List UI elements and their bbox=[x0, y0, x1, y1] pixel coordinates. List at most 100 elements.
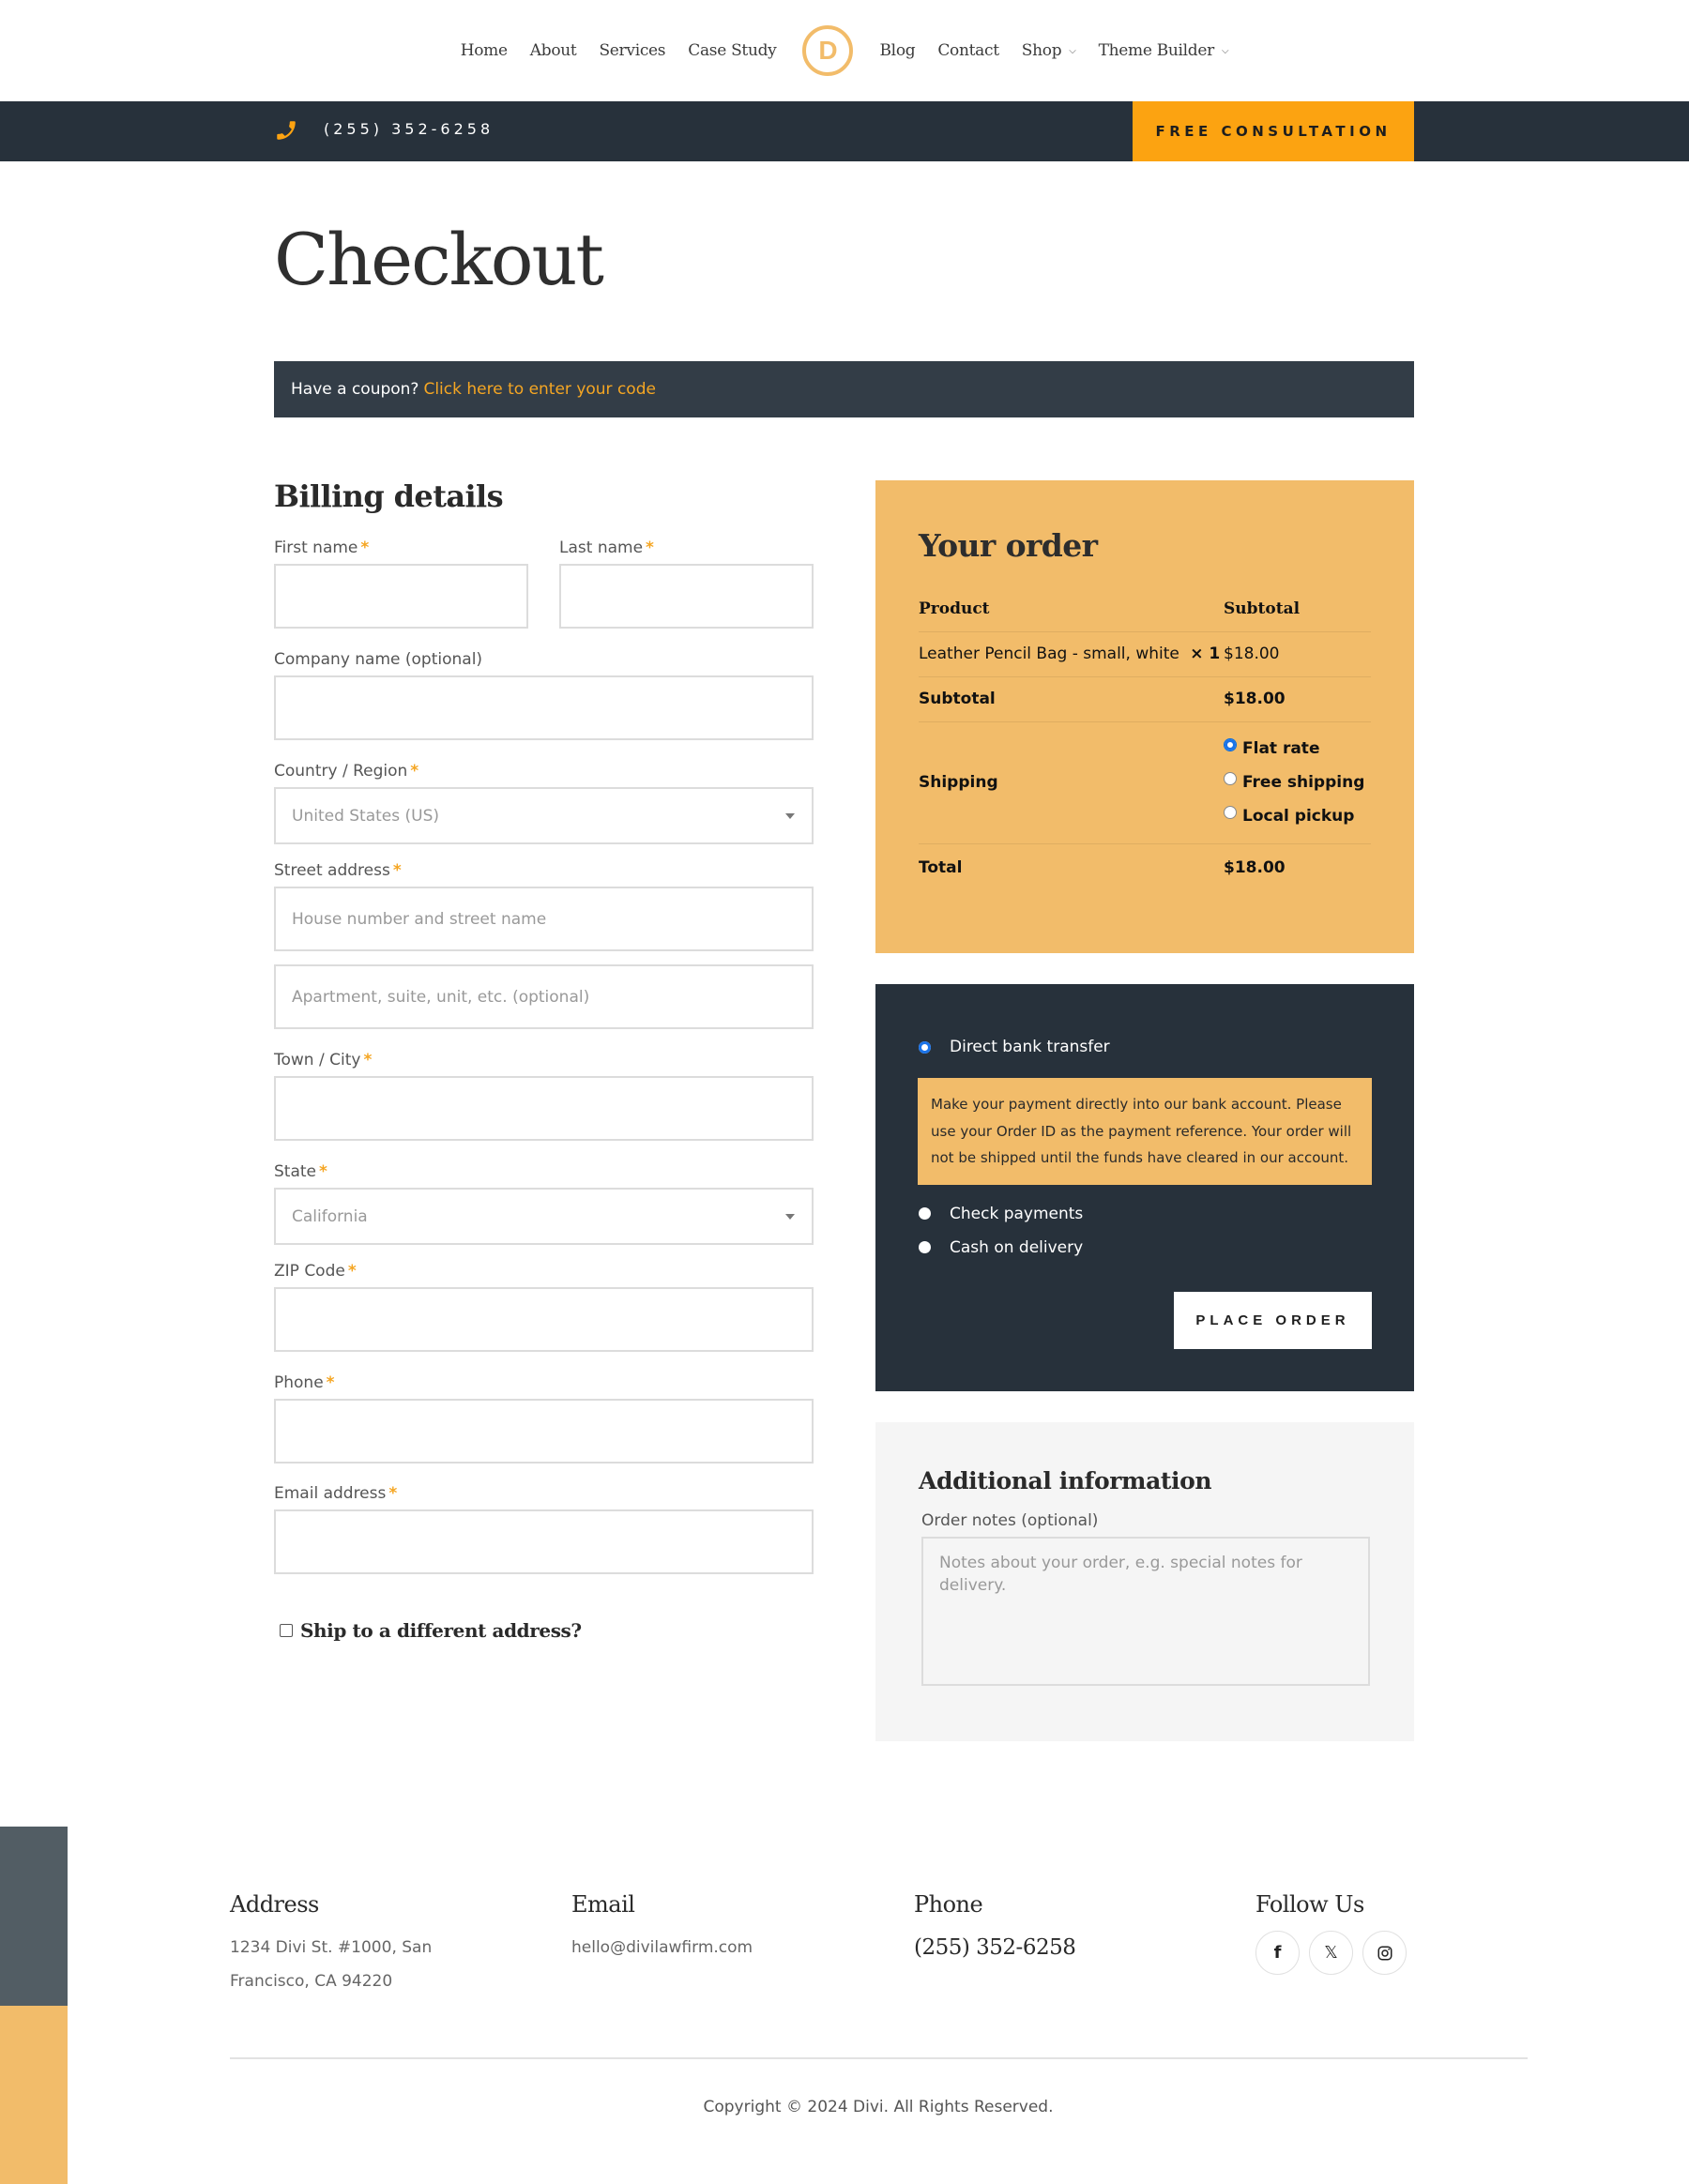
shipping-option-local-pickup[interactable]: Local pickup bbox=[1224, 799, 1371, 833]
nav-shop[interactable]: Shop ⌵ bbox=[1022, 41, 1076, 60]
footer-address-line2: Francisco, CA 94220 bbox=[230, 1972, 393, 1991]
shipping-option-flat-rate[interactable]: Flat rate bbox=[1224, 732, 1371, 766]
payment-method-label: Check payments bbox=[950, 1204, 1084, 1223]
radio-icon[interactable] bbox=[919, 1207, 931, 1220]
subtotal-value: $18.00 bbox=[1224, 690, 1286, 708]
payment-section: Direct bank transfer Make your payment d… bbox=[875, 984, 1414, 1391]
footer-address-heading: Address bbox=[230, 1891, 319, 1918]
zip-label: ZIP Code * bbox=[274, 1262, 357, 1281]
company-input[interactable] bbox=[274, 675, 814, 740]
main-nav: Home About Services Case Study D Blog Co… bbox=[0, 0, 1689, 101]
street-address-2-input[interactable] bbox=[274, 964, 814, 1029]
shipping-option-free[interactable]: Free shipping bbox=[1224, 766, 1371, 799]
total-row: Total $18.00 bbox=[919, 843, 1371, 892]
payment-method-label: Direct bank transfer bbox=[950, 1038, 1110, 1056]
street-label: Street address * bbox=[274, 861, 402, 880]
footer-accent-slate bbox=[0, 1827, 68, 2006]
checkbox-icon[interactable] bbox=[280, 1624, 293, 1637]
footer-email-link[interactable]: hello@divilawfirm.com bbox=[571, 1931, 753, 1964]
site-header: Home About Services Case Study D Blog Co… bbox=[0, 0, 1689, 101]
col-product: Product bbox=[919, 599, 990, 618]
subtotal-row: Subtotal $18.00 bbox=[919, 676, 1371, 721]
nav-case-study[interactable]: Case Study bbox=[688, 41, 777, 60]
footer-phone: Phone (255) 352-6258 bbox=[914, 1891, 1076, 1964]
state-select[interactable]: California bbox=[274, 1188, 814, 1245]
radio-icon[interactable] bbox=[1224, 806, 1237, 819]
nav-blog[interactable]: Blog bbox=[879, 41, 915, 60]
email-label: Email address * bbox=[274, 1484, 398, 1503]
product-qty: × 1 bbox=[1190, 645, 1221, 663]
radio-icon[interactable] bbox=[919, 1241, 931, 1253]
nav-theme-builder[interactable]: Theme Builder ⌵ bbox=[1099, 41, 1229, 60]
site-logo[interactable]: D bbox=[802, 25, 854, 76]
x-twitter-icon[interactable]: 𝕏 bbox=[1309, 1931, 1353, 1975]
payment-method-check[interactable]: Check payments bbox=[918, 1200, 1372, 1228]
nav-contact[interactable]: Contact bbox=[937, 41, 999, 60]
top-bar: (255) 352-6258 FREE CONSULTATION bbox=[0, 101, 1689, 161]
city-label: Town / City * bbox=[274, 1051, 373, 1069]
phone-label: Phone * bbox=[274, 1373, 335, 1392]
footer-address: Address 1234 Divi St. #1000, San Francis… bbox=[230, 1891, 432, 1998]
payment-method-bank-transfer[interactable]: Direct bank transfer bbox=[918, 1033, 1372, 1061]
place-order-button[interactable]: PLACE ORDER bbox=[1174, 1292, 1372, 1349]
footer-follow: Follow Us f 𝕏 bbox=[1255, 1891, 1407, 1975]
radio-selected-icon[interactable] bbox=[1224, 738, 1237, 751]
phone-input[interactable] bbox=[274, 1399, 814, 1464]
radio-selected-icon[interactable] bbox=[919, 1040, 931, 1054]
last-name-label: Last name * bbox=[559, 538, 654, 557]
product-cell: Leather Pencil Bag - small, white × 1 bbox=[919, 631, 1224, 676]
copyright-text: Copyright © 2024 Divi. All Rights Reserv… bbox=[703, 2098, 1054, 2116]
country-value: United States (US) bbox=[292, 806, 440, 826]
coupon-link[interactable]: Click here to enter your code bbox=[423, 380, 655, 399]
ship-different-address-label: Ship to a different address? bbox=[300, 1619, 582, 1642]
nav-shop-label: Shop bbox=[1021, 41, 1062, 60]
coupon-prompt: Have a coupon? bbox=[291, 380, 419, 399]
email-input[interactable] bbox=[274, 1509, 814, 1574]
col-subtotal: Subtotal bbox=[1224, 599, 1301, 618]
chevron-down-icon: ⌵ bbox=[1069, 45, 1076, 56]
footer-email: Email hello@divilawfirm.com bbox=[571, 1891, 753, 1964]
order-heading: Your order bbox=[919, 527, 1098, 564]
order-table-header: Product Subtotal bbox=[919, 586, 1371, 631]
shipping-label: Shipping bbox=[919, 773, 998, 792]
payment-method-label: Cash on delivery bbox=[950, 1237, 1084, 1257]
city-input[interactable] bbox=[274, 1076, 814, 1141]
billing-details: Billing details First name * Last name * C… bbox=[274, 478, 814, 1642]
country-select[interactable]: United States (US) bbox=[274, 787, 814, 844]
additional-heading: Additional information bbox=[919, 1467, 1212, 1494]
state-label: State * bbox=[274, 1162, 327, 1181]
nav-services[interactable]: Services bbox=[599, 41, 665, 60]
footer-phone-heading: Phone bbox=[914, 1891, 983, 1918]
order-notes-label: Order notes (optional) bbox=[921, 1511, 1099, 1530]
free-consultation-button[interactable]: FREE CONSULTATION bbox=[1133, 101, 1414, 161]
chevron-down-icon: ⌵ bbox=[1221, 45, 1229, 56]
dropdown-arrow-icon bbox=[785, 1214, 795, 1220]
topbar-phone-number[interactable]: (255) 352-6258 bbox=[324, 120, 494, 138]
facebook-icon[interactable]: f bbox=[1255, 1931, 1300, 1975]
additional-information: Additional information Order notes (opti… bbox=[875, 1422, 1414, 1741]
shipping-options: Flat rate Free shipping Local pickup bbox=[1224, 721, 1371, 843]
shipping-option-label: Local pickup bbox=[1242, 807, 1355, 826]
order-notes-textarea[interactable] bbox=[921, 1537, 1370, 1686]
footer-address-line1: 1234 Divi St. #1000, San bbox=[230, 1938, 433, 1957]
first-name-input[interactable] bbox=[274, 564, 528, 629]
nav-theme-builder-label: Theme Builder bbox=[1098, 41, 1215, 60]
footer-accent-gold bbox=[0, 2006, 68, 2184]
nav-about[interactable]: About bbox=[530, 41, 577, 60]
footer-phone-number[interactable]: (255) 352-6258 bbox=[914, 1931, 1076, 1964]
shipping-option-label: Free shipping bbox=[1242, 773, 1365, 792]
ship-different-address-checkbox[interactable]: Ship to a different address? bbox=[280, 1619, 582, 1642]
billing-heading: Billing details bbox=[274, 478, 504, 514]
radio-icon[interactable] bbox=[1224, 772, 1237, 785]
dropdown-arrow-icon bbox=[785, 813, 795, 819]
product-subtotal: $18.00 bbox=[1224, 645, 1280, 663]
logo-letter: D bbox=[818, 36, 838, 65]
last-name-input[interactable] bbox=[559, 564, 814, 629]
payment-method-cod[interactable]: Cash on delivery bbox=[918, 1234, 1372, 1262]
street-address-1-input[interactable] bbox=[274, 887, 814, 951]
first-name-label: First name * bbox=[274, 538, 370, 557]
shipping-option-label: Flat rate bbox=[1242, 739, 1320, 758]
zip-input[interactable] bbox=[274, 1287, 814, 1352]
nav-home[interactable]: Home bbox=[461, 41, 508, 60]
instagram-icon[interactable] bbox=[1362, 1931, 1407, 1975]
